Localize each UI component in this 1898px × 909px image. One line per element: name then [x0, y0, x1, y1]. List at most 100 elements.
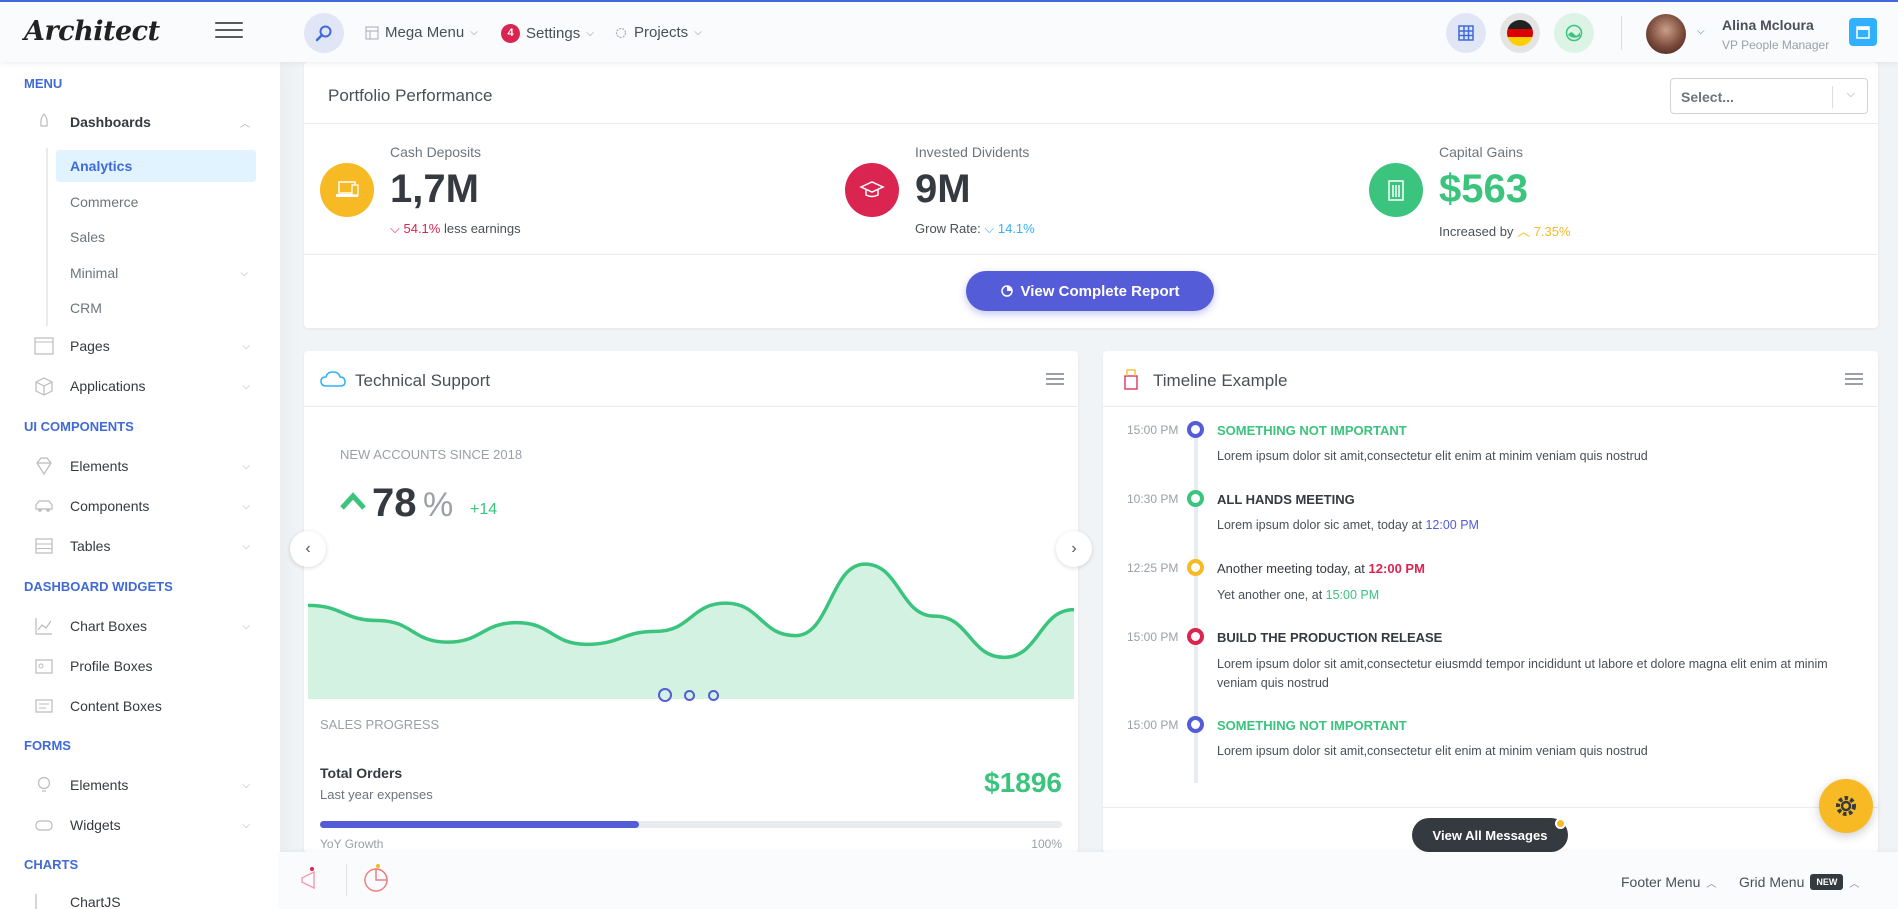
sidebar-subitem-analytics[interactable]: Analytics [56, 150, 256, 182]
mega-menu-link[interactable]: Mega Menu ⌵ [365, 24, 478, 41]
user-avatar[interactable] [1646, 14, 1686, 54]
view-report-label: View Complete Report [1020, 282, 1180, 300]
sidebar-item-content-boxes[interactable]: Content Boxes [34, 692, 250, 720]
carousel-prev-button[interactable]: ‹ [290, 531, 326, 567]
sidebar-subitem-sales[interactable]: Sales [56, 221, 256, 253]
sidebar-item-widgets[interactable]: Widgets ⌵ [34, 811, 250, 839]
sidebar-item-chartjs[interactable]: ChartJS [34, 888, 250, 909]
box-icon [35, 377, 53, 396]
card-divider [304, 123, 1878, 124]
submenu-line [46, 148, 48, 326]
new-badge: NEW [1810, 874, 1844, 890]
chevron-down-icon: ⌵ [240, 267, 248, 279]
sidebar-item-tables[interactable]: Tables ⌵ [34, 532, 250, 560]
timeline-text: Lorem ipsum dolor sic amet, today at 12:… [1217, 516, 1857, 535]
sidebar-item-form-elements[interactable]: Elements ⌵ [34, 771, 250, 799]
sidebar-item-pages[interactable]: Pages ⌵ [34, 332, 250, 360]
card-menu-button[interactable] [1046, 373, 1064, 387]
timeline-title-text: Another meeting today, at [1217, 561, 1365, 576]
browser-icon [34, 337, 54, 355]
graduation-icon-circle [845, 163, 899, 217]
card-divider [304, 406, 1078, 407]
timeline-dot [1187, 490, 1204, 507]
rocket-icon [40, 113, 48, 127]
sidebar-subitem-minimal[interactable]: Minimal ⌵ [56, 257, 256, 289]
carousel-dot[interactable] [708, 690, 719, 701]
metric-change: ⌵ 54.1% less earnings [390, 221, 521, 237]
line-chart-icon [35, 618, 52, 635]
sidebar: MENU Dashboards ︿ Analytics Commerce Sal… [0, 62, 280, 909]
metric-value: $563 [1439, 167, 1528, 211]
chevron-down-icon: ⌵ [586, 28, 594, 39]
total-orders-amount: $1896 [984, 767, 1062, 798]
metric-change-value: 54.1% [403, 221, 441, 236]
sidebar-item-dashboards[interactable]: Dashboards ︿ [34, 108, 250, 136]
sidebar-item-label: Chart Boxes [70, 618, 148, 634]
arrow-up-icon [340, 492, 366, 510]
sidebar-item-components[interactable]: Components ⌵ [34, 492, 250, 520]
sidebar-subitem-crm[interactable]: CRM [56, 292, 256, 324]
settings-menu[interactable]: 4 Settings ⌵ [501, 24, 594, 43]
accounts-unit: % [423, 486, 454, 524]
user-name: Alina Mcloura [1722, 17, 1814, 33]
sidebar-item-label: Dashboards [70, 114, 151, 130]
footer-menu[interactable]: Footer Menu ︿ [1621, 874, 1716, 890]
sidebar-item-chart-boxes[interactable]: Chart Boxes ⌵ [34, 612, 250, 640]
pie-chart-icon[interactable] [362, 862, 392, 894]
card-title: Technical Support [355, 371, 491, 390]
apps-grid-button[interactable] [1446, 13, 1486, 53]
header-divider [1621, 16, 1622, 50]
calendar-button[interactable] [1849, 18, 1877, 46]
timeline-time-link[interactable]: 12:00 PM [1425, 518, 1479, 532]
search-icon [315, 25, 332, 42]
chevron-down-icon: ⌵ [694, 27, 702, 38]
timeline-dot [1187, 628, 1204, 645]
sidebar-section-charts: CHARTS [24, 857, 79, 872]
sidebar-item-elements[interactable]: Elements ⌵ [34, 452, 250, 480]
activity-button[interactable] [1554, 13, 1594, 53]
paint-icon [1124, 369, 1138, 390]
carousel-dot-active[interactable] [658, 688, 672, 702]
timeline-title: Another meeting today, at 12:00 PM [1217, 561, 1425, 576]
timeline-text-body: Yet another one, at [1217, 588, 1323, 602]
carousel-dot[interactable] [684, 690, 695, 701]
select-value: Select... [1681, 89, 1734, 105]
projects-menu[interactable]: Projects ⌵ [614, 24, 702, 41]
chevron-down-icon: ⌵ [242, 460, 250, 472]
sales-progress-label: SALES PROGRESS [320, 717, 440, 732]
sidebar-item-profile-boxes[interactable]: Profile Boxes [34, 652, 250, 680]
sidebar-item-label: Applications [70, 378, 146, 394]
theme-settings-button[interactable] [1819, 779, 1873, 833]
last-year-label: Last year expenses [320, 787, 433, 802]
sidebar-item-applications[interactable]: Applications ⌵ [34, 372, 250, 400]
sidebar-item-label: Content Boxes [70, 698, 162, 714]
view-report-button[interactable]: View Complete Report [966, 271, 1214, 311]
search-button[interactable] [304, 13, 344, 53]
chevron-down-icon: ⌵ [242, 500, 250, 512]
car-icon [35, 500, 53, 512]
accounts-value: 78 [372, 481, 417, 525]
grid-menu-label: Grid Menu [1739, 874, 1805, 890]
germany-flag-icon [1507, 20, 1533, 46]
portfolio-select[interactable]: Select... ⌵ [1670, 78, 1868, 114]
megaphone-icon[interactable] [298, 866, 328, 894]
language-button[interactable] [1500, 13, 1540, 53]
app-logo[interactable]: Architect [24, 16, 160, 47]
chevron-left-icon: ‹ [305, 540, 311, 557]
footer-divider [346, 864, 347, 896]
sidebar-item-label: Profile Boxes [70, 658, 153, 674]
timeline-time-link[interactable]: 15:00 PM [1326, 588, 1380, 602]
sidebar-toggle-button[interactable] [215, 22, 243, 40]
chevron-down-icon[interactable]: ⌵ [1697, 26, 1705, 37]
timeline-text: Yet another one, at 15:00 PM [1217, 586, 1857, 605]
yoy-label: YoY Growth [320, 837, 384, 851]
card-menu-button[interactable] [1845, 373, 1863, 387]
app-header: Architect Mega Menu ⌵ 4 Settings ⌵ Proje… [0, 0, 1898, 62]
sidebar-subitem-commerce[interactable]: Commerce [56, 186, 256, 218]
area-chart [308, 562, 1074, 699]
grid-menu[interactable]: Grid Menu NEW ︿ [1739, 874, 1859, 890]
timeline-title: ALL HANDS MEETING [1217, 492, 1355, 507]
chevron-down-icon: ⌵ [242, 540, 250, 552]
view-all-messages-button[interactable]: View All Messages [1412, 818, 1568, 852]
carousel-next-button[interactable]: › [1056, 531, 1092, 567]
